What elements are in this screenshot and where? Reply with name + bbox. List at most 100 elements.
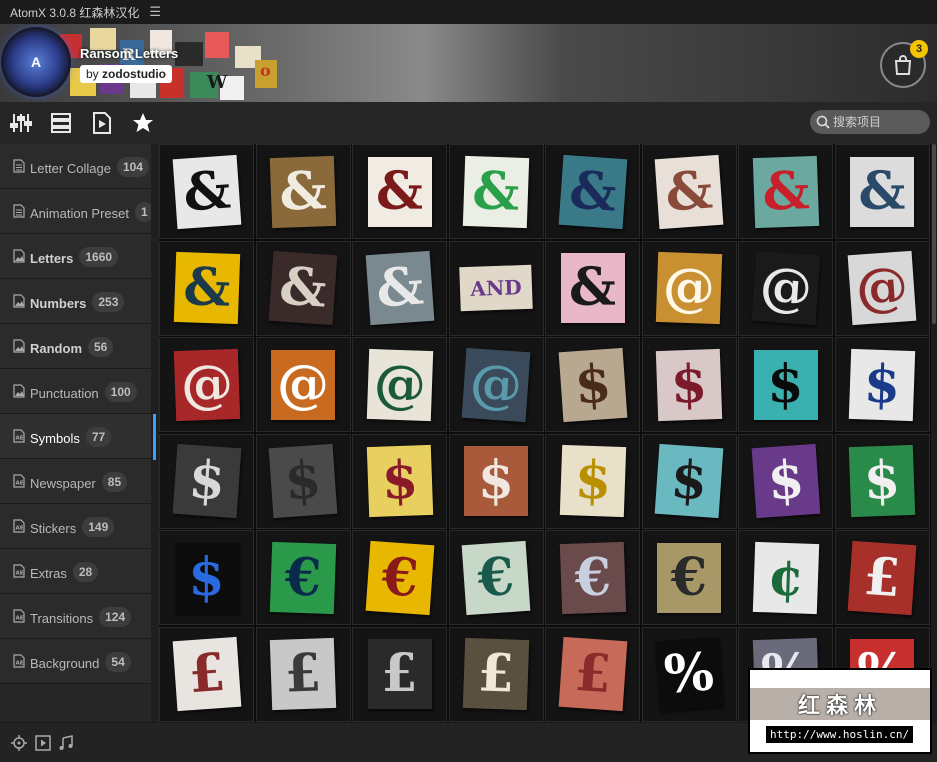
asset-tile[interactable]: £ <box>159 626 254 722</box>
sidebar-item-transitions[interactable]: AE Transitions 124 <box>0 594 158 639</box>
watermark-title: 红森林 <box>750 688 930 720</box>
sidebar-item-label: Symbols <box>30 430 80 446</box>
package-banner: W o R A Ransom Letters by zodostudio 3 <box>0 24 937 102</box>
asset-glyph: ¢ <box>752 541 819 614</box>
asset-tile[interactable]: $ <box>159 433 254 529</box>
asset-tile[interactable]: ¢ <box>738 530 833 625</box>
asset-tile[interactable]: $ <box>738 433 833 529</box>
sidebar-item-letters[interactable]: Letters 1660 <box>0 234 158 279</box>
hamburger-icon[interactable]: ☰ <box>149 4 161 20</box>
sidebar-item-letter-collage[interactable]: Letter Collage 104 <box>0 144 158 189</box>
asset-tile[interactable]: AND <box>448 240 544 336</box>
app-window: { "titlebar": { "title": "AtomX 3.0.8 红森… <box>0 0 937 762</box>
sliders-icon[interactable] <box>9 111 33 135</box>
asset-glyph: € <box>365 540 434 615</box>
asset-tile[interactable]: $ <box>448 433 544 529</box>
asset-glyph: $ <box>366 444 433 518</box>
asset-tile[interactable]: $ <box>352 433 447 529</box>
sidebar-item-newspaper[interactable]: AE Newspaper 85 <box>0 459 158 504</box>
list-view-icon[interactable] <box>49 111 73 135</box>
sidebar-item-numbers[interactable]: Numbers 253 <box>0 279 158 324</box>
asset-tile[interactable]: € <box>641 530 737 625</box>
asset-glyph: $ <box>558 347 627 422</box>
asset-tile[interactable]: $ <box>545 337 640 432</box>
asset-tile[interactable]: & <box>159 144 254 239</box>
asset-glyph: € <box>269 541 337 614</box>
toolbar <box>0 102 937 144</box>
asset-tile[interactable]: & <box>641 144 737 239</box>
preview-play-icon[interactable] <box>90 111 114 135</box>
author-prefix: by <box>86 67 99 81</box>
asset-glyph: & <box>462 155 530 228</box>
image-icon <box>12 384 26 398</box>
sidebar-scrollbar-thumb[interactable] <box>153 414 156 460</box>
asset-tile[interactable]: $ <box>834 337 930 432</box>
asset-tile[interactable]: & <box>448 144 544 239</box>
asset-tile[interactable]: $ <box>641 433 737 529</box>
author-name: zodostudio <box>102 67 167 81</box>
asset-glyph: @ <box>271 349 335 420</box>
asset-tile[interactable]: % <box>641 626 737 722</box>
asset-glyph: % <box>654 636 724 712</box>
asset-tile[interactable]: £ <box>834 530 930 625</box>
asset-tile[interactable]: @ <box>738 240 833 336</box>
asset-tile[interactable]: & <box>255 240 351 336</box>
asset-tile[interactable]: $ <box>738 337 833 432</box>
svg-text:AE: AE <box>16 481 24 487</box>
search-box[interactable] <box>810 110 930 134</box>
sidebar-item-extras[interactable]: AE Extras 28 <box>0 549 158 594</box>
asset-tile[interactable]: @ <box>255 337 351 432</box>
target-icon[interactable] <box>11 735 27 751</box>
grid-scrollbar-thumb[interactable] <box>932 144 936 324</box>
ae-file-icon: AE <box>12 654 26 668</box>
sidebar-item-count: 1660 <box>79 247 119 267</box>
sidebar-item-count: 56 <box>88 337 114 357</box>
asset-tile[interactable]: @ <box>641 240 737 336</box>
asset-glyph: @ <box>461 347 531 422</box>
asset-tile[interactable]: & <box>159 240 254 336</box>
asset-tile[interactable]: $ <box>545 433 640 529</box>
asset-tile[interactable]: € <box>255 530 351 625</box>
asset-tile[interactable]: & <box>352 240 447 336</box>
asset-tile[interactable]: @ <box>834 240 930 336</box>
asset-tile[interactable]: & <box>255 144 351 239</box>
asset-tile[interactable]: € <box>545 530 640 625</box>
asset-tile[interactable]: & <box>738 144 833 239</box>
asset-tile[interactable]: £ <box>352 626 447 722</box>
favorites-star-icon[interactable] <box>131 111 155 135</box>
asset-tile[interactable]: @ <box>352 337 447 432</box>
logo-letter: A <box>30 54 42 70</box>
asset-tile[interactable]: £ <box>448 626 544 722</box>
sidebar-scrollbar[interactable] <box>151 144 158 722</box>
asset-tile[interactable]: & <box>545 240 640 336</box>
asset-tile[interactable]: @ <box>159 337 254 432</box>
asset-tile[interactable]: & <box>834 144 930 239</box>
asset-tile[interactable]: € <box>352 530 447 625</box>
search-input[interactable] <box>833 115 925 129</box>
asset-tile[interactable]: @ <box>448 337 544 432</box>
asset-glyph: & <box>268 250 338 326</box>
music-note-icon[interactable] <box>58 735 74 751</box>
asset-glyph: & <box>654 154 724 229</box>
sidebar-item-symbols[interactable]: AE Symbols 77 <box>0 414 158 459</box>
asset-tile[interactable]: £ <box>255 626 351 722</box>
sidebar-item-punctuation[interactable]: Punctuation 100 <box>0 369 158 414</box>
sidebar-item-animation-preset[interactable]: Animation Preset 1 <box>0 189 158 234</box>
asset-tile[interactable]: £ <box>545 626 640 722</box>
package-title: Ransom Letters <box>80 46 179 61</box>
cart-button[interactable]: 3 <box>880 40 928 88</box>
sidebar-item-stickers[interactable]: AE Stickers 149 <box>0 504 158 549</box>
sidebar-item-background[interactable]: AE Background 54 <box>0 639 158 684</box>
asset-tile[interactable]: $ <box>641 337 737 432</box>
grid-scrollbar[interactable] <box>931 144 937 722</box>
asset-tile[interactable]: $ <box>255 433 351 529</box>
play-box-icon[interactable] <box>35 735 51 751</box>
package-author[interactable]: by zodostudio <box>80 65 173 83</box>
asset-tile[interactable]: € <box>448 530 544 625</box>
asset-tile[interactable]: $ <box>159 530 254 625</box>
asset-glyph: $ <box>751 443 820 519</box>
asset-tile[interactable]: $ <box>834 433 930 529</box>
asset-tile[interactable]: & <box>352 144 447 239</box>
asset-tile[interactable]: & <box>545 144 640 239</box>
sidebar-item-random[interactable]: Random 56 <box>0 324 158 369</box>
